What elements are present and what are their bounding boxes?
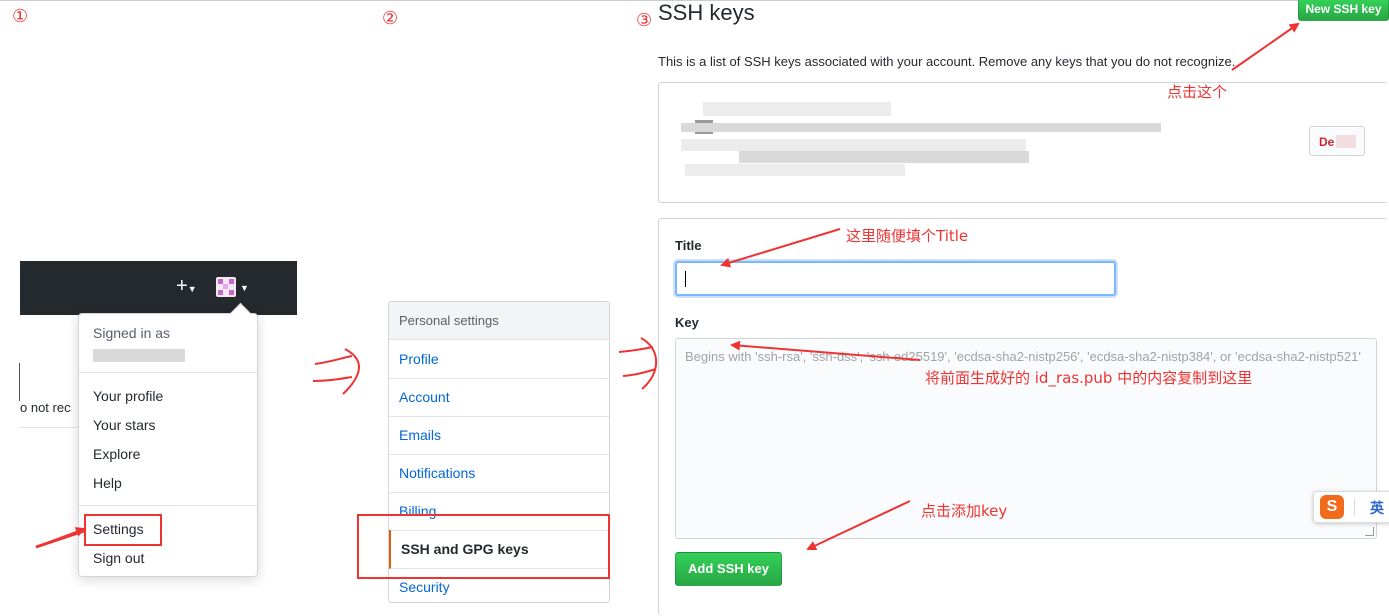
redacted-label — [1336, 135, 1356, 148]
page-description: This is a list of SSH keys associated wi… — [658, 54, 1236, 69]
avatar[interactable] — [216, 277, 236, 297]
nav-heading-label: Personal settings — [399, 313, 499, 328]
dropdown-divider — [79, 505, 257, 506]
plus-icon: + — [176, 275, 188, 297]
background-text-fragment: o not rec — [20, 400, 71, 415]
signed-in-as-label: Signed in as — [93, 325, 171, 341]
arrow-panel2-to-panel3 — [618, 337, 658, 390]
nav-item-label: Emails — [399, 427, 442, 443]
key-label: Key — [675, 315, 699, 330]
resize-handle-icon[interactable] — [1365, 527, 1374, 536]
nav-item-label: Account — [399, 389, 450, 405]
key-placeholder: Begins with 'ssh-rsa', 'ssh-dss', 'ssh-e… — [685, 349, 1361, 364]
delete-button-label: De — [1319, 135, 1335, 149]
step-marker-2: ② — [382, 8, 399, 29]
menu-item-sign-out[interactable]: Sign out — [93, 550, 144, 566]
nav-item-label: Security — [399, 579, 450, 595]
arrow-to-settings — [35, 527, 86, 548]
menu-item-your-profile[interactable]: Your profile — [93, 388, 163, 404]
caret-down-icon: ▼ — [187, 284, 197, 294]
title-input[interactable] — [675, 261, 1116, 296]
background-divider — [20, 427, 78, 428]
left-margin-line — [19, 363, 20, 401]
settings-highlight-box — [84, 514, 162, 546]
nav-item-account[interactable]: Account — [389, 378, 609, 417]
new-ssh-key-button[interactable]: New SSH key — [1298, 0, 1389, 21]
delete-key-button[interactable]: De — [1309, 126, 1365, 156]
ime-divider — [1354, 498, 1355, 516]
github-header-bar — [20, 261, 297, 315]
nav-item-emails[interactable]: Emails — [389, 416, 609, 455]
existing-key-box: De — [658, 82, 1388, 203]
redacted-key-line — [685, 164, 905, 176]
redacted-username — [93, 349, 185, 362]
avatar-caret-icon[interactable]: ▼ — [240, 283, 249, 293]
arrow-to-new-key — [1231, 22, 1300, 71]
arrow-panel1-to-panel2 — [312, 348, 360, 395]
redacted-key-line — [681, 139, 1026, 151]
ssh-nav-highlight-box — [357, 514, 610, 579]
add-key-form: Title Key Begins with 'ssh-rsa', 'ssh-ds… — [658, 218, 1388, 616]
title-label: Title — [675, 238, 702, 253]
redacted-key-line — [703, 102, 891, 116]
dropdown-divider — [79, 372, 257, 373]
nav-item-profile[interactable]: Profile — [389, 340, 609, 379]
sogou-logo-icon: S — [1320, 495, 1344, 519]
redacted-key-line — [681, 123, 1161, 132]
nav-item-label: Profile — [399, 351, 439, 367]
step-marker-3: ③ — [636, 10, 653, 31]
page-title: SSH keys — [658, 0, 755, 25]
ime-language-label: 英 — [1370, 501, 1384, 517]
text-caret — [685, 271, 686, 287]
nav-item-label: Notifications — [399, 465, 476, 481]
annotation-fill-title: 这里随便填个Title — [846, 227, 969, 245]
new-menu-button[interactable]: +▼ — [176, 275, 197, 298]
annotation-click-this: 点击这个 — [1167, 83, 1228, 101]
annotation-click-add: 点击添加key — [921, 502, 1008, 520]
menu-item-help[interactable]: Help — [93, 475, 122, 491]
menu-item-your-stars[interactable]: Your stars — [93, 417, 156, 433]
ime-toolbar[interactable]: S 英 — [1313, 491, 1389, 523]
step-marker-1: ① — [12, 6, 29, 27]
add-ssh-key-button[interactable]: Add SSH key — [675, 552, 782, 586]
annotation-copy-key: 将前面生成好的 id_ras.pub 中的内容复制到这里 — [925, 369, 1253, 387]
menu-item-explore[interactable]: Explore — [93, 446, 140, 462]
redacted-key-line — [739, 151, 1029, 163]
nav-item-notifications[interactable]: Notifications — [389, 454, 609, 493]
nav-heading: Personal settings — [389, 302, 609, 340]
